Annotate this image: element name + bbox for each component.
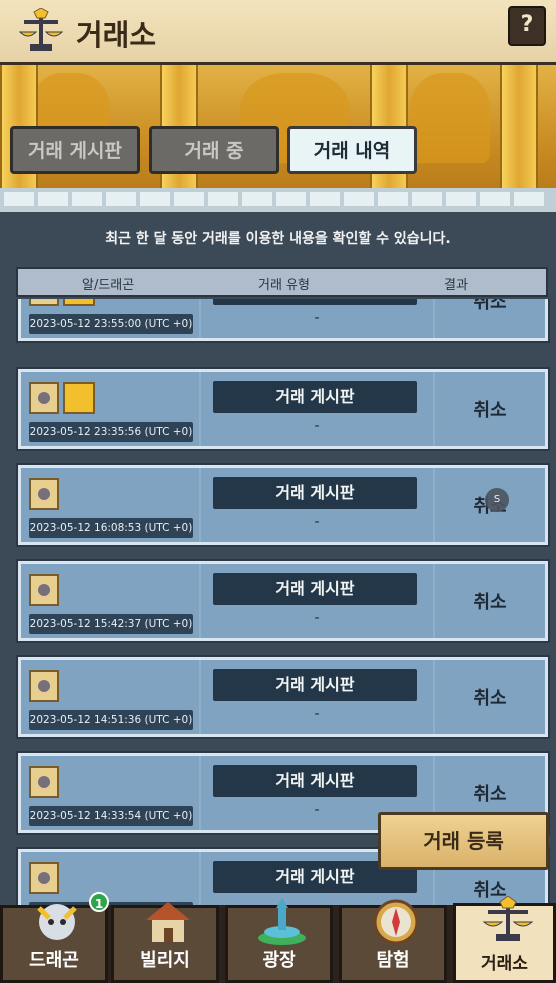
notice-text: 최근 한 달 동안 거래를 이용한 내용을 확인할 수 있습니다. xyxy=(105,231,451,247)
statue-right xyxy=(410,73,490,163)
trade-datetime: 2023-05-12 23:35:56 (UTC +0) xyxy=(29,422,193,442)
nav-plaza[interactable]: 광장 xyxy=(225,898,333,983)
egg-icon xyxy=(29,862,59,894)
trade-result: 취소 xyxy=(473,784,507,805)
trade-detail: - xyxy=(314,418,320,434)
nav-label: 거래소 xyxy=(481,954,528,974)
dragon-icon xyxy=(63,299,95,306)
history-row[interactable]: 2023-05-12 14:51:36 (UTC +0) 거래 게시판 - 취소 xyxy=(16,655,550,739)
col-result: 결과 xyxy=(444,278,468,293)
egg-icon xyxy=(29,574,59,606)
tab-trade-board[interactable]: 거래 게시판 xyxy=(10,126,140,174)
trade-type-label: 거래 게시판 xyxy=(213,573,417,605)
trade-detail: - xyxy=(314,706,320,722)
nav-village[interactable]: 빌리지 xyxy=(111,902,219,983)
compass-icon xyxy=(373,899,419,945)
trade-result: 취소 xyxy=(473,592,507,613)
notification-badge: 1 xyxy=(89,892,109,912)
egg-icon xyxy=(29,382,59,414)
trade-detail: - xyxy=(314,610,320,626)
trade-type-label: 거래 게시판 xyxy=(213,669,417,701)
register-trade-button[interactable]: 거래 등록 xyxy=(378,812,549,870)
trade-datetime: 2023-05-12 16:08:53 (UTC +0) xyxy=(29,518,193,538)
history-row[interactable]: 2023-05-12 23:35:56 (UTC +0) 거래 게시판 - 취소 xyxy=(16,367,550,451)
trade-result: 취소 xyxy=(473,400,507,421)
nav-explore[interactable]: 탐험 xyxy=(339,899,447,983)
trade-type-label: 거래 게시판 xyxy=(213,477,417,509)
history-row[interactable]: 2023-05-12 16:08:53 (UTC +0) 거래 게시판 - 취소 xyxy=(16,463,550,547)
trade-type-label: 거래 게시판 xyxy=(213,765,417,797)
egg-icon xyxy=(29,299,59,306)
col-trade-type: 거래 유형 xyxy=(258,278,310,293)
trade-datetime: 2023-05-12 23:55:00 (UTC +0) xyxy=(29,314,193,334)
touch-indicator: S xyxy=(485,488,509,512)
egg-icon xyxy=(29,478,59,510)
egg-icon xyxy=(29,670,59,702)
trade-type-label: 거래 게시판 xyxy=(213,299,417,305)
fountain-icon xyxy=(258,898,306,945)
trade-detail: - xyxy=(314,514,320,530)
nav-label: 빌리지 xyxy=(140,950,190,971)
nav-label: 드래곤 xyxy=(29,950,79,971)
history-row[interactable]: 2023-05-12 23:55:00 (UTC +0) 거래 게시판 - 취소 xyxy=(16,299,550,343)
scales-icon xyxy=(18,8,64,51)
scales-icon xyxy=(482,896,534,941)
egg-icon xyxy=(29,766,59,798)
bottom-nav: 드래곤 빌리지 광장 탐험 거래소 xyxy=(0,896,556,983)
nav-exchange[interactable]: 거래소 xyxy=(453,896,556,983)
top-bar: 거래소 ? xyxy=(0,0,556,65)
nav-dragon[interactable]: 드래곤 xyxy=(0,904,108,983)
page-title: 거래소 xyxy=(76,18,157,52)
nav-label: 광장 xyxy=(262,950,296,971)
trade-datetime: 2023-05-12 14:51:36 (UTC +0) xyxy=(29,710,193,730)
trade-result: 취소 xyxy=(473,688,507,709)
house-icon xyxy=(146,902,190,942)
dragon-icon xyxy=(63,382,95,414)
dragon-icon xyxy=(37,904,77,940)
trade-datetime: 2023-05-12 14:33:54 (UTC +0) xyxy=(29,806,193,826)
trade-result: 취소 xyxy=(473,299,507,313)
trade-type-label: 거래 게시판 xyxy=(213,381,417,413)
pillar xyxy=(500,65,538,195)
tab-trading[interactable]: 거래 중 xyxy=(149,126,279,174)
trade-datetime: 2023-05-12 15:42:37 (UTC +0) xyxy=(29,614,193,634)
column-header: 알/드래곤 거래 유형 결과 xyxy=(16,267,548,297)
nav-label: 탐험 xyxy=(376,950,410,971)
tab-trade-history[interactable]: 거래 내역 xyxy=(287,126,417,174)
col-egg-dragon: 알/드래곤 xyxy=(82,278,135,293)
help-button[interactable]: ? xyxy=(508,6,546,46)
trade-detail: - xyxy=(314,310,320,326)
history-row[interactable]: 2023-05-12 15:42:37 (UTC +0) 거래 게시판 - 취소 xyxy=(16,559,550,643)
